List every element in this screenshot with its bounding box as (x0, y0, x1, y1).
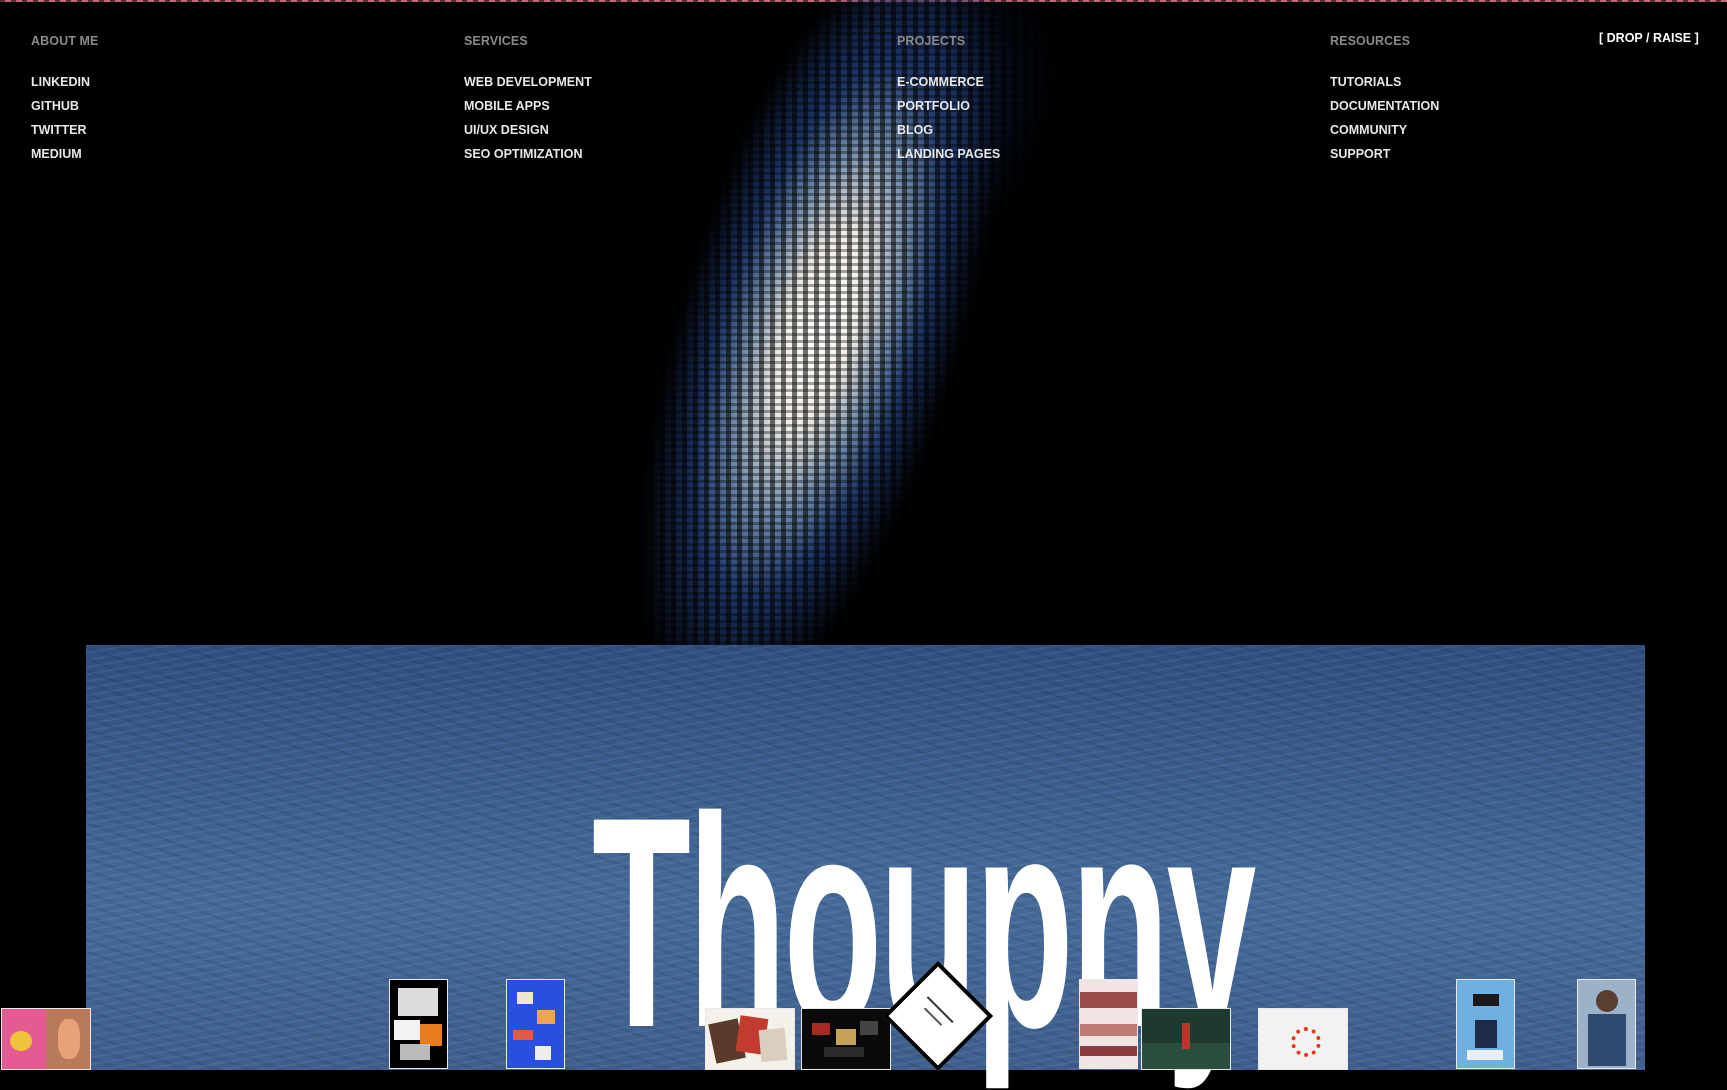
nav-link-blog[interactable]: BLOG (897, 118, 1000, 142)
nav-link-e-commerce[interactable]: E-COMMERCE (897, 70, 1000, 94)
nav-link-medium[interactable]: MEDIUM (31, 142, 98, 166)
nav-link-landing-pages[interactable]: LANDING PAGES (897, 142, 1000, 166)
nav-link-seo-optimization[interactable]: SEO OPTIMIZATION (464, 142, 592, 166)
nav-link-web-development[interactable]: WEB DEVELOPMENT (464, 70, 592, 94)
nav-link-community[interactable]: COMMUNITY (1330, 118, 1439, 142)
drop-raise-toggle[interactable]: [ DROP / RAISE ] (1599, 31, 1699, 45)
nav-link-ui-ux-design[interactable]: UI/UX DESIGN (464, 118, 592, 142)
nav-column-resources: RESOURCES TUTORIALS DOCUMENTATION COMMUN… (1330, 34, 1439, 166)
thumbnail-black-white-collage[interactable] (389, 979, 448, 1069)
nav-heading-services: SERVICES (464, 34, 528, 48)
thumbnail-pink-ribbon[interactable] (1079, 979, 1138, 1069)
nav-heading-resources: RESOURCES (1330, 34, 1411, 48)
nav-heading-projects: PROJECTS (897, 34, 966, 48)
hero-beam-background (0, 0, 1727, 645)
nav-link-linkedin[interactable]: LINKEDIN (31, 70, 98, 94)
thumbnail-dark-forest[interactable] (1141, 1008, 1231, 1070)
nav-link-tutorials[interactable]: TUTORIALS (1330, 70, 1439, 94)
nav-link-github[interactable]: GITHUB (31, 94, 98, 118)
nav-column-projects: PROJECTS E-COMMERCE PORTFOLIO BLOG LANDI… (897, 34, 1000, 166)
nav-column-about: ABOUT ME LINKEDIN GITHUB TWITTER MEDIUM (31, 34, 98, 166)
nav-column-services: SERVICES WEB DEVELOPMENT MOBILE APPS UI/… (464, 34, 592, 166)
thumbnail-collage-fruit-ear[interactable] (1, 1008, 91, 1070)
nav-link-mobile-apps[interactable]: MOBILE APPS (464, 94, 592, 118)
thumbnail-portrait[interactable] (1577, 979, 1636, 1069)
thumbnail-dark-grid[interactable] (801, 1008, 891, 1070)
nav-link-documentation[interactable]: DOCUMENTATION (1330, 94, 1439, 118)
nav-heading-about: ABOUT ME (31, 34, 99, 48)
thumbnail-blue-scatter-collage[interactable] (506, 979, 565, 1069)
nav-link-portfolio[interactable]: PORTFOLIO (897, 94, 1000, 118)
nav-link-twitter[interactable]: TWITTER (31, 118, 98, 142)
nav-link-support[interactable]: SUPPORT (1330, 142, 1439, 166)
thumbnail-red-burst[interactable] (1258, 1008, 1348, 1070)
thumbnail-blue-pattern[interactable] (1456, 979, 1515, 1069)
thumbnail-paper-collage[interactable] (705, 1008, 795, 1070)
